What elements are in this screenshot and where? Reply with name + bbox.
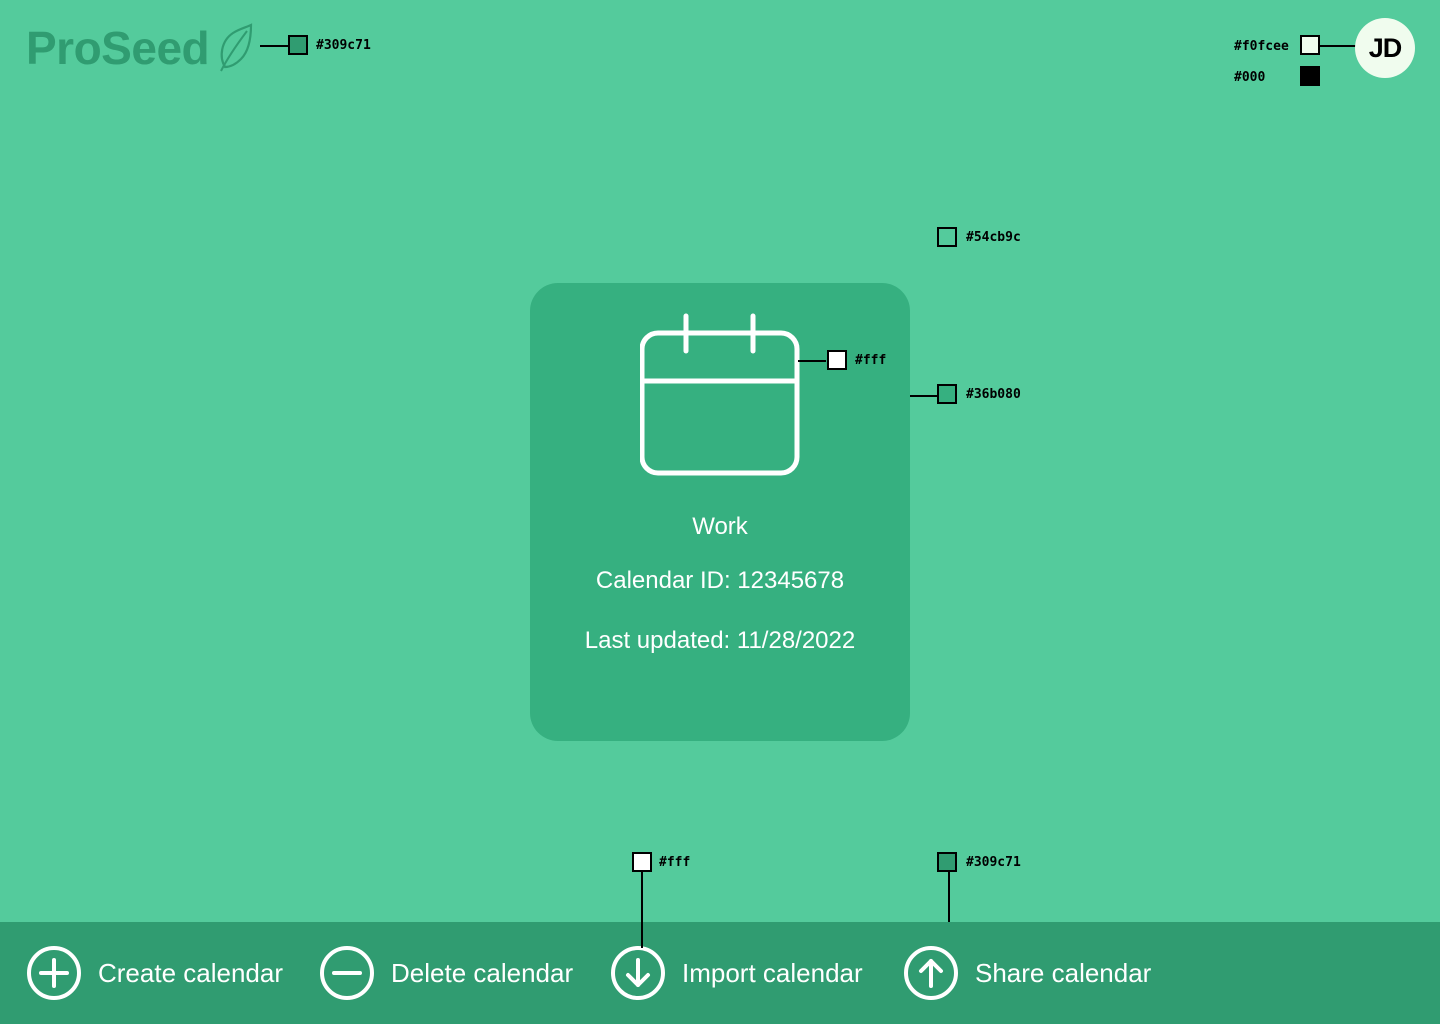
import-calendar-label: Import calendar: [682, 957, 863, 988]
annotation-line: [798, 360, 826, 362]
color-label-action-icon: #fff: [659, 855, 691, 870]
bottom-action-bar: Create calendar Delete calendar Import c…: [0, 922, 1440, 1024]
delete-calendar-button[interactable]: Delete calendar: [319, 922, 573, 1024]
color-label-icon: #fff: [855, 353, 887, 368]
annotation-line: [1320, 45, 1356, 47]
leaf-icon: [220, 23, 253, 72]
arrow-up-circle-icon: [904, 946, 958, 1000]
calendar-name: Work: [692, 513, 748, 540]
color-swatch-card-bg: [937, 384, 957, 404]
delete-calendar-label: Delete calendar: [391, 957, 574, 988]
annotation-line: [260, 45, 288, 47]
proseed-logo[interactable]: ProSeed: [26, 20, 253, 76]
minus-circle-icon: [320, 946, 374, 1000]
color-swatch-bar-bg: [937, 852, 957, 872]
annotation-line: [948, 872, 950, 922]
calendar-last-updated: Last updated: 11/28/2022: [584, 627, 856, 654]
color-swatch-page-bg: [937, 227, 957, 247]
color-swatch-avatar-fg: [1300, 66, 1320, 86]
color-label-page-bg: #54cb9c: [966, 230, 1021, 245]
color-label-bar-bg: #309c71: [966, 855, 1021, 870]
color-swatch-avatar-bg: [1300, 35, 1320, 55]
arrow-down-circle-icon: [611, 946, 665, 1000]
calendar-id: Calendar ID: 12345678: [595, 567, 845, 594]
logo-text: ProSeed: [26, 22, 210, 74]
annotation-line: [641, 872, 643, 948]
color-label-card-bg: #36b080: [966, 387, 1021, 402]
share-calendar-label: Share calendar: [975, 957, 1152, 988]
create-calendar-button[interactable]: Create calendar: [26, 922, 283, 1024]
color-label-avatar-bg: #f0fcee: [1234, 39, 1289, 54]
color-swatch-icon: [827, 350, 847, 370]
import-calendar-button[interactable]: Import calendar: [610, 922, 863, 1024]
color-swatch-logo: [288, 35, 308, 55]
annotation-line: [910, 395, 937, 397]
user-avatar[interactable]: JD: [1355, 18, 1415, 78]
color-label-avatar-fg: #000: [1234, 70, 1266, 85]
color-label-logo: #309c71: [316, 38, 371, 53]
color-swatch-action-icon: [632, 852, 652, 872]
share-calendar-button[interactable]: Share calendar: [903, 922, 1151, 1024]
calendar-card[interactable]: Work Calendar ID: 12345678 Last updated:…: [530, 283, 910, 741]
create-calendar-label: Create calendar: [98, 957, 283, 988]
calendar-icon: [640, 313, 800, 476]
plus-circle-icon: [27, 946, 81, 1000]
